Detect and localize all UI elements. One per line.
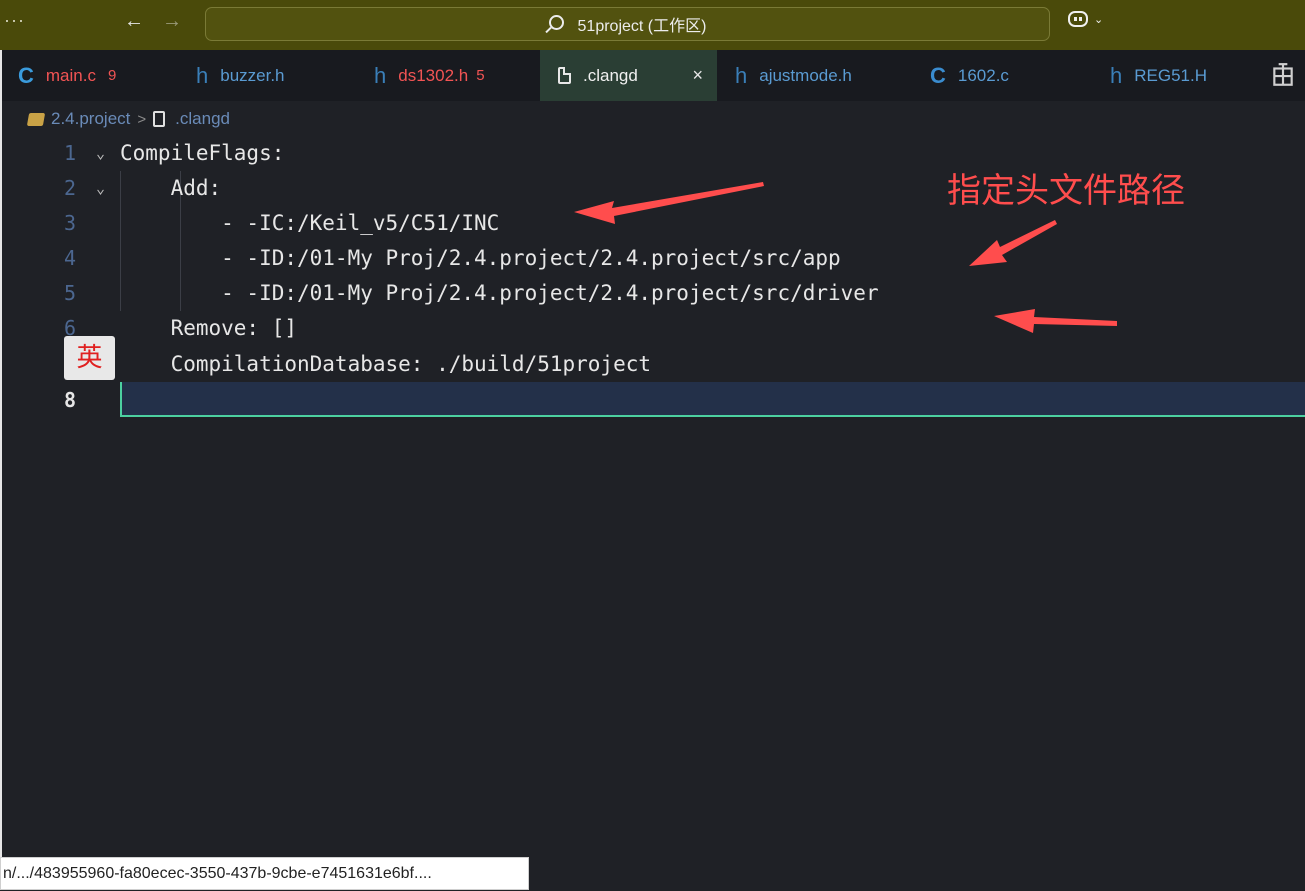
code-line: 7 CompilationDatabase: ./build/51project [0,347,1305,382]
tab-label: REG51.H [1134,65,1207,85]
tab-reg51-h[interactable]: h REG51.H [1092,50,1260,101]
back-arrow-icon[interactable]: ← [124,10,144,33]
search-icon [548,14,564,30]
tab-label: 1602.c [957,65,1009,85]
code-line: 5 - -ID:/01-My Proj/2.4.project/2.4.proj… [0,276,1305,311]
status-link-preview: n/.../483955960-fa80ecec-3550-437b-9cbe-… [0,857,529,890]
fold-chevron-icon[interactable]: ⌄ [96,136,105,171]
header-file-icon: h [374,62,387,88]
editor-tab-bar: C main.c 9 h buzzer.h h ds1302.h 5 .clan… [0,50,1305,101]
line-number: 1 [64,141,77,165]
forward-arrow-icon[interactable]: → [162,10,182,33]
code-text: - -IC:/Keil_v5/C51/INC [120,211,500,235]
tab-buzzer-h[interactable]: h buzzer.h [178,50,356,101]
code-text: CompileFlags: [120,141,285,165]
tab-ds1302-h[interactable]: h ds1302.h 5 [356,50,540,101]
tab-label: .clangd [583,65,638,85]
code-line: 8 [0,383,1305,418]
line-number: 2 [64,176,77,200]
title-bar: ··· ← → 51project (工作区) ⌄ [0,0,1305,50]
annotation-label: 指定头文件路径 [947,171,1185,211]
c-file-icon: C [18,62,34,88]
tab-label: ajustmode.h [759,65,852,85]
code-text: Add: [120,176,222,200]
chevron-down-icon: ⌄ [1094,13,1104,26]
search-label: 51project (工作区) [577,18,707,35]
breadcrumb-file[interactable]: .clangd [175,109,230,129]
c-file-icon: C [930,62,946,88]
tab-clangd[interactable]: .clangd × [540,50,717,101]
code-text: - -ID:/01-My Proj/2.4.project/2.4.projec… [120,281,879,305]
line-number: 5 [64,281,77,305]
line-number: 8 [64,388,77,412]
tab-label: main.c [45,65,96,85]
tab-ajustmode-h[interactable]: h ajustmode.h [717,50,912,101]
breadcrumb-folder[interactable]: 2.4.project [51,109,130,129]
header-file-icon: h [735,62,748,88]
fold-chevron-icon[interactable]: ⌄ [96,171,105,206]
window-edge [0,50,2,857]
folder-icon [26,112,46,126]
problem-count-badge: 9 [107,67,117,84]
command-center-search[interactable]: 51project (工作区) [205,7,1050,41]
menu-ellipsis-icon[interactable]: ··· [4,10,25,31]
file-icon [153,111,166,127]
line-number: 4 [64,246,77,270]
tab-label: ds1302.h [398,65,469,85]
tab-label: buzzer.h [220,65,285,85]
breadcrumb: 2.4.project > .clangd [26,108,230,130]
copilot-icon [1068,11,1088,27]
ime-language-indicator[interactable]: 英 [64,336,115,380]
file-icon [558,67,571,84]
breadcrumb-separator-icon: > [137,110,147,128]
code-line: 4 - -ID:/01-My Proj/2.4.project/2.4.proj… [0,241,1305,276]
code-text: CompilationDatabase: ./build/51project [120,352,652,376]
close-icon[interactable]: × [692,65,703,86]
code-text: Remove: [] [120,316,298,340]
header-file-icon: h [196,62,209,88]
tab-1602-c[interactable]: C 1602.c [912,50,1092,101]
editor-layout-icon[interactable] [1270,62,1296,88]
copilot-button[interactable]: ⌄ [1068,11,1103,27]
header-file-icon: h [1110,62,1123,88]
tab-main-c[interactable]: C main.c 9 [0,50,178,101]
problem-count-badge: 5 [476,67,485,84]
code-line: 6 Remove: [] [0,311,1305,346]
annotation-arrows [574,182,1117,333]
line-number: 3 [64,211,77,235]
code-text: - -ID:/01-My Proj/2.4.project/2.4.projec… [120,246,841,270]
